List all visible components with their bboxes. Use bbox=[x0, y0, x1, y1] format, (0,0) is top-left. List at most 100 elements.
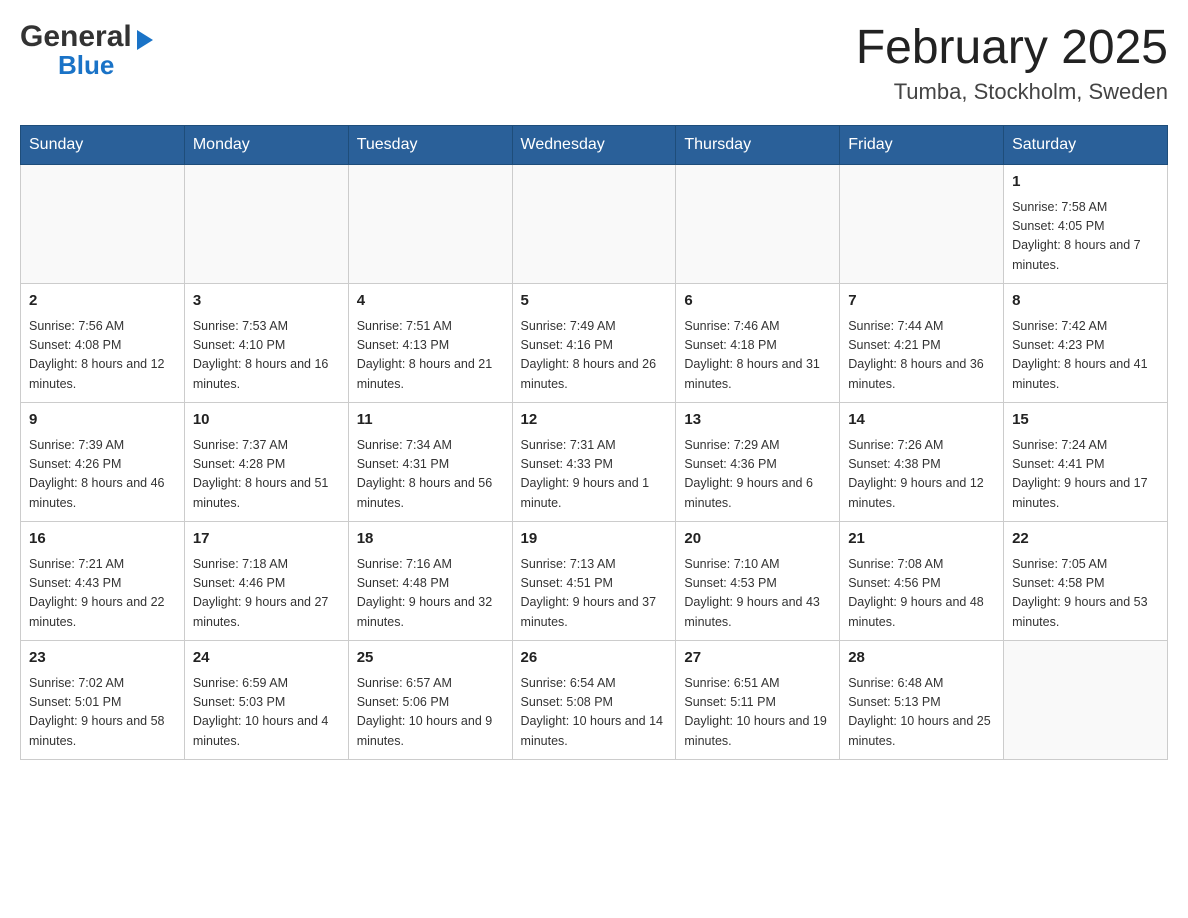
calendar-day: 5 Sunrise: 7:49 AM Sunset: 4:16 PM Daylig… bbox=[512, 284, 676, 403]
day-number: 7 bbox=[848, 290, 995, 313]
calendar-day: 2Sunrise: 7:56 AM Sunset: 4:08 PM Daylig… bbox=[21, 284, 185, 403]
calendar-day: 11Sunrise: 7:34 AM Sunset: 4:31 PM Dayli… bbox=[348, 403, 512, 522]
calendar-day: 7 Sunrise: 7:44 AM Sunset: 4:21 PM Daylig… bbox=[840, 284, 1004, 403]
calendar-day: 9 Sunrise: 7:39 AM Sunset: 4:26 PM Daylig… bbox=[21, 403, 185, 522]
day-number: 5 bbox=[521, 290, 668, 313]
day-number: 9 bbox=[29, 409, 176, 432]
day-info: Sunrise: 7:13 AM Sunset: 4:51 PM Dayligh… bbox=[521, 555, 668, 633]
calendar-day: 17 Sunrise: 7:18 AM Sunset: 4:46 PM Dayli… bbox=[184, 522, 348, 641]
day-number: 8 bbox=[1012, 290, 1159, 313]
day-info: Sunrise: 7:05 AM Sunset: 4:58 PM Dayligh… bbox=[1012, 555, 1159, 633]
calendar-day: 19 Sunrise: 7:13 AM Sunset: 4:51 PM Dayli… bbox=[512, 522, 676, 641]
header-monday: Monday bbox=[184, 126, 348, 165]
calendar-table: Sunday Monday Tuesday Wednesday Thursday… bbox=[20, 125, 1168, 760]
day-info: Sunrise: 7:21 AM Sunset: 4:43 PM Dayligh… bbox=[29, 555, 176, 633]
title-section: February 2025 Tumba, Stockholm, Sweden bbox=[856, 20, 1168, 105]
calendar-day: 23Sunrise: 7:02 AM Sunset: 5:01 PM Dayli… bbox=[21, 641, 185, 760]
day-info: Sunrise: 7:18 AM Sunset: 4:46 PM Dayligh… bbox=[193, 555, 340, 633]
day-info: Sunrise: 7:42 AM Sunset: 4:23 PM Dayligh… bbox=[1012, 317, 1159, 395]
calendar-day bbox=[21, 165, 185, 284]
day-number: 17 bbox=[193, 528, 340, 551]
calendar-day: 10Sunrise: 7:37 AM Sunset: 4:28 PM Dayli… bbox=[184, 403, 348, 522]
day-info: Sunrise: 6:48 AM Sunset: 5:13 PM Dayligh… bbox=[848, 674, 995, 752]
calendar-day: 6 Sunrise: 7:46 AM Sunset: 4:18 PM Daylig… bbox=[676, 284, 840, 403]
header-saturday: Saturday bbox=[1004, 126, 1168, 165]
calendar-day: 25 Sunrise: 6:57 AM Sunset: 5:06 PM Dayli… bbox=[348, 641, 512, 760]
calendar-day: 4 Sunrise: 7:51 AM Sunset: 4:13 PM Daylig… bbox=[348, 284, 512, 403]
day-number: 20 bbox=[684, 528, 831, 551]
day-info: Sunrise: 7:53 AM Sunset: 4:10 PM Dayligh… bbox=[193, 317, 340, 395]
logo: General Blue bbox=[20, 20, 153, 81]
weekday-header-row: Sunday Monday Tuesday Wednesday Thursday… bbox=[21, 126, 1168, 165]
day-info: Sunrise: 7:26 AM Sunset: 4:38 PM Dayligh… bbox=[848, 436, 995, 514]
day-number: 18 bbox=[357, 528, 504, 551]
logo-arrow-icon bbox=[137, 30, 153, 50]
day-info: Sunrise: 7:46 AM Sunset: 4:18 PM Dayligh… bbox=[684, 317, 831, 395]
day-info: Sunrise: 7:34 AM Sunset: 4:31 PM Dayligh… bbox=[357, 436, 504, 514]
day-info: Sunrise: 7:08 AM Sunset: 4:56 PM Dayligh… bbox=[848, 555, 995, 633]
day-number: 1 bbox=[1012, 171, 1159, 194]
calendar-day: 16 Sunrise: 7:21 AM Sunset: 4:43 PM Dayli… bbox=[21, 522, 185, 641]
day-number: 22 bbox=[1012, 528, 1159, 551]
day-info: Sunrise: 7:44 AM Sunset: 4:21 PM Dayligh… bbox=[848, 317, 995, 395]
header-sunday: Sunday bbox=[21, 126, 185, 165]
location-text: Tumba, Stockholm, Sweden bbox=[856, 79, 1168, 105]
header-wednesday: Wednesday bbox=[512, 126, 676, 165]
calendar-day: 1 Sunrise: 7:58 AM Sunset: 4:05 PM Daylig… bbox=[1004, 165, 1168, 284]
header-friday: Friday bbox=[840, 126, 1004, 165]
day-info: Sunrise: 7:16 AM Sunset: 4:48 PM Dayligh… bbox=[357, 555, 504, 633]
day-number: 23 bbox=[29, 647, 176, 670]
day-info: Sunrise: 7:58 AM Sunset: 4:05 PM Dayligh… bbox=[1012, 198, 1159, 276]
calendar-day: 14 Sunrise: 7:26 AM Sunset: 4:38 PM Dayli… bbox=[840, 403, 1004, 522]
day-number: 28 bbox=[848, 647, 995, 670]
page-header: General Blue February 2025 Tumba, Stockh… bbox=[20, 20, 1168, 105]
day-info: Sunrise: 7:56 AM Sunset: 4:08 PM Dayligh… bbox=[29, 317, 176, 395]
calendar-week-row: 16 Sunrise: 7:21 AM Sunset: 4:43 PM Dayli… bbox=[21, 522, 1168, 641]
logo-blue-text: Blue bbox=[58, 50, 114, 81]
calendar-day: 24 Sunrise: 6:59 AM Sunset: 5:03 PM Dayli… bbox=[184, 641, 348, 760]
calendar-day bbox=[184, 165, 348, 284]
calendar-day: 18 Sunrise: 7:16 AM Sunset: 4:48 PM Dayli… bbox=[348, 522, 512, 641]
calendar-week-row: 2Sunrise: 7:56 AM Sunset: 4:08 PM Daylig… bbox=[21, 284, 1168, 403]
day-info: Sunrise: 7:29 AM Sunset: 4:36 PM Dayligh… bbox=[684, 436, 831, 514]
day-number: 16 bbox=[29, 528, 176, 551]
calendar-day: 15 Sunrise: 7:24 AM Sunset: 4:41 PM Dayli… bbox=[1004, 403, 1168, 522]
day-info: Sunrise: 7:49 AM Sunset: 4:16 PM Dayligh… bbox=[521, 317, 668, 395]
day-info: Sunrise: 6:57 AM Sunset: 5:06 PM Dayligh… bbox=[357, 674, 504, 752]
calendar-day bbox=[512, 165, 676, 284]
day-number: 21 bbox=[848, 528, 995, 551]
day-info: Sunrise: 6:51 AM Sunset: 5:11 PM Dayligh… bbox=[684, 674, 831, 752]
calendar-day bbox=[840, 165, 1004, 284]
day-number: 13 bbox=[684, 409, 831, 432]
calendar-day: 20Sunrise: 7:10 AM Sunset: 4:53 PM Dayli… bbox=[676, 522, 840, 641]
day-number: 14 bbox=[848, 409, 995, 432]
calendar-week-row: 23Sunrise: 7:02 AM Sunset: 5:01 PM Dayli… bbox=[21, 641, 1168, 760]
calendar-week-row: 9 Sunrise: 7:39 AM Sunset: 4:26 PM Daylig… bbox=[21, 403, 1168, 522]
calendar-day bbox=[348, 165, 512, 284]
day-info: Sunrise: 7:39 AM Sunset: 4:26 PM Dayligh… bbox=[29, 436, 176, 514]
calendar-day: 26Sunrise: 6:54 AM Sunset: 5:08 PM Dayli… bbox=[512, 641, 676, 760]
day-number: 26 bbox=[521, 647, 668, 670]
day-number: 12 bbox=[521, 409, 668, 432]
day-number: 6 bbox=[684, 290, 831, 313]
day-number: 27 bbox=[684, 647, 831, 670]
calendar-day: 22 Sunrise: 7:05 AM Sunset: 4:58 PM Dayli… bbox=[1004, 522, 1168, 641]
calendar-day: 3Sunrise: 7:53 AM Sunset: 4:10 PM Daylig… bbox=[184, 284, 348, 403]
day-info: Sunrise: 7:24 AM Sunset: 4:41 PM Dayligh… bbox=[1012, 436, 1159, 514]
day-number: 19 bbox=[521, 528, 668, 551]
day-number: 24 bbox=[193, 647, 340, 670]
calendar-day: 28 Sunrise: 6:48 AM Sunset: 5:13 PM Dayli… bbox=[840, 641, 1004, 760]
day-number: 25 bbox=[357, 647, 504, 670]
calendar-day: 12Sunrise: 7:31 AM Sunset: 4:33 PM Dayli… bbox=[512, 403, 676, 522]
day-info: Sunrise: 6:59 AM Sunset: 5:03 PM Dayligh… bbox=[193, 674, 340, 752]
day-info: Sunrise: 7:51 AM Sunset: 4:13 PM Dayligh… bbox=[357, 317, 504, 395]
calendar-day: 13 Sunrise: 7:29 AM Sunset: 4:36 PM Dayli… bbox=[676, 403, 840, 522]
day-number: 15 bbox=[1012, 409, 1159, 432]
calendar-day bbox=[1004, 641, 1168, 760]
calendar-week-row: 1 Sunrise: 7:58 AM Sunset: 4:05 PM Daylig… bbox=[21, 165, 1168, 284]
calendar-day: 21 Sunrise: 7:08 AM Sunset: 4:56 PM Dayli… bbox=[840, 522, 1004, 641]
month-title: February 2025 bbox=[856, 20, 1168, 75]
header-tuesday: Tuesday bbox=[348, 126, 512, 165]
day-number: 4 bbox=[357, 290, 504, 313]
day-number: 10 bbox=[193, 409, 340, 432]
